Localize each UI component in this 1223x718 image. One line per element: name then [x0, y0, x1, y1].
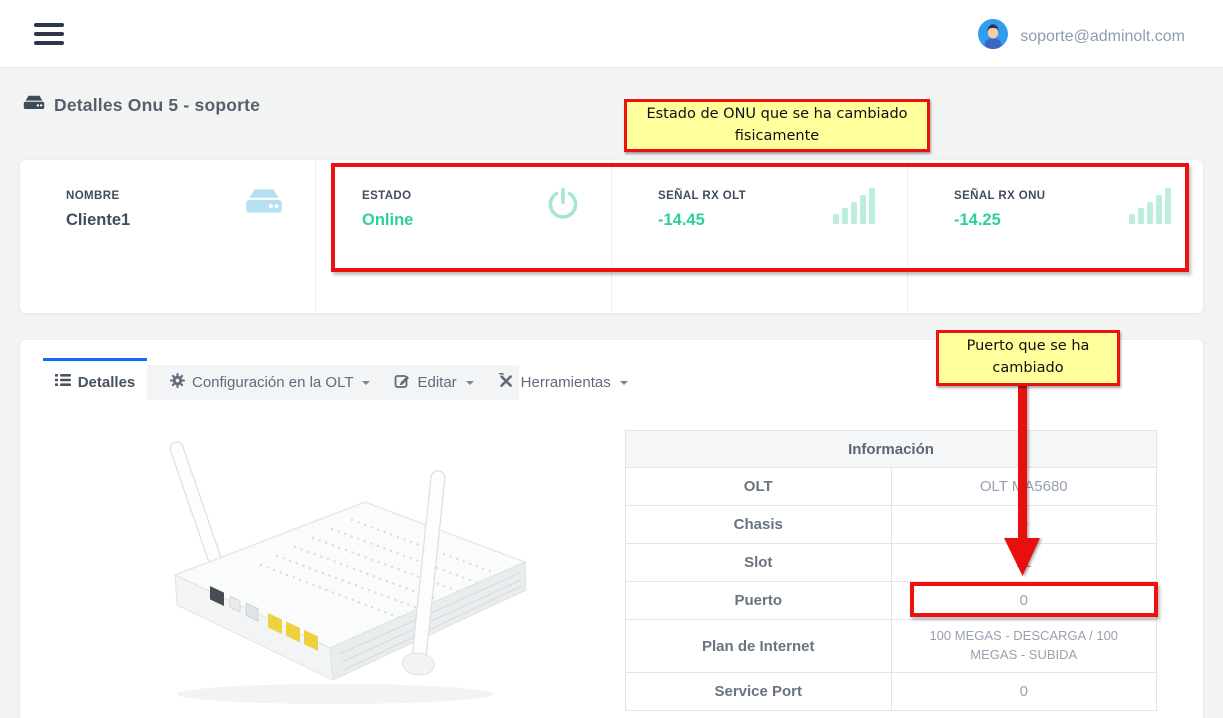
menu-toggle-icon[interactable] — [34, 23, 64, 45]
tab-strip: Configuración en la OLT Editar — [147, 365, 519, 400]
signal-bars-icon — [833, 186, 877, 229]
tab-detalles[interactable]: Detalles — [43, 358, 147, 403]
list-icon — [55, 373, 71, 391]
edit-icon — [394, 373, 410, 393]
gear-icon — [170, 373, 185, 392]
stat-senal-rx-olt: SEÑAL RX OLT -14.45 — [611, 160, 907, 313]
annotation-estado-note: Estado de ONU que se ha cambiado fisicam… — [624, 99, 930, 152]
tab-label: Detalles — [78, 374, 136, 391]
tab-label: Configuración en la OLT — [192, 374, 353, 391]
stat-senal-rx-onu: SEÑAL RX ONU -14.25 — [907, 160, 1203, 313]
informacion-table: Información OLT OLT MA5680 Chasis 0 Slot… — [625, 430, 1157, 711]
onu-details-card: Configuración en la OLT Editar — [20, 340, 1203, 718]
table-row: Service Port 0 — [626, 673, 1157, 711]
tab-configuracion-olt[interactable]: Configuración en la OLT — [161, 373, 379, 392]
user-email: soporte@adminolt.com — [1020, 28, 1185, 46]
table-row-puerto: Puerto 0 — [626, 582, 1157, 620]
table-header: Información — [626, 431, 1157, 468]
page-header: Detalles Onu 5 - soporte — [22, 94, 260, 117]
signal-bars-icon — [1129, 186, 1173, 229]
tab-editar[interactable]: Editar — [385, 373, 482, 393]
chevron-down-icon — [362, 381, 370, 385]
tab-label: Herramientas — [521, 374, 611, 391]
table-row: OLT OLT MA5680 — [626, 468, 1157, 506]
tab-herramientas[interactable]: Herramientas — [489, 373, 637, 393]
user-avatar — [978, 19, 1008, 54]
top-navbar: soporte@adminolt.com — [0, 0, 1223, 68]
stat-estado: ESTADO Online — [315, 160, 611, 313]
table-row: Slot 11 — [626, 544, 1157, 582]
table-row: Chasis 0 — [626, 506, 1157, 544]
onu-title-icon — [22, 94, 46, 117]
onu-product-image — [120, 410, 550, 718]
annotation-puerto-note: Puerto que se ha cambiado — [936, 330, 1120, 386]
onu-status-card: NOMBRE Cliente1 ESTADO Online — [20, 160, 1203, 313]
table-row: Plan de Internet 100 MEGAS - DESCARGA / … — [626, 620, 1157, 673]
page-title: Detalles Onu 5 - soporte — [54, 95, 260, 116]
user-menu[interactable]: soporte@adminolt.com — [978, 19, 1185, 54]
stat-nombre: NOMBRE Cliente1 — [20, 160, 315, 313]
tab-label: Editar — [417, 374, 456, 391]
onu-device-icon — [243, 186, 285, 223]
tab-bar: Configuración en la OLT Editar — [43, 358, 643, 403]
chevron-down-icon — [620, 381, 628, 385]
chevron-down-icon — [466, 381, 474, 385]
tools-icon — [498, 373, 514, 393]
power-icon — [545, 186, 581, 227]
